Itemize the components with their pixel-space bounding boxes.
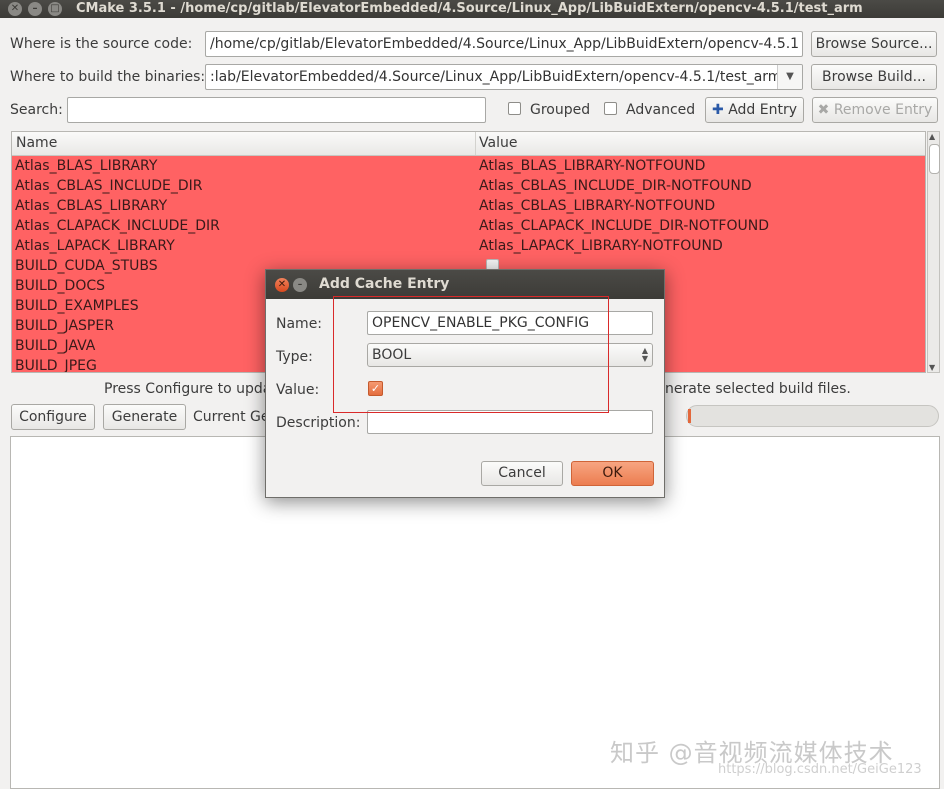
status-text-left: Press Configure to upda	[104, 381, 272, 397]
browse-build-button[interactable]: Browse Build...	[811, 64, 937, 90]
remove-icon: ✖	[817, 102, 830, 118]
build-label: Where to build the binaries:	[10, 69, 206, 85]
progress-bar	[686, 405, 939, 427]
table-header: Name Value	[12, 132, 925, 156]
minimize-window-icon[interactable]: –	[28, 2, 42, 16]
dialog-close-icon[interactable]: ✕	[275, 278, 289, 292]
row-name: Atlas_CBLAS_LIBRARY	[15, 198, 168, 214]
close-window-icon[interactable]: ✕	[8, 2, 22, 16]
browse-source-button[interactable]: Browse Source...	[811, 31, 937, 57]
row-name: Atlas_LAPACK_LIBRARY	[15, 238, 175, 254]
source-path-input[interactable]: /home/cp/gitlab/ElevatorEmbedded/4.Sourc…	[205, 31, 803, 57]
table-row[interactable]: Atlas_CBLAS_LIBRARY Atlas_CBLAS_LIBRARY-N…	[12, 196, 925, 216]
dropdown-arrow-icon[interactable]: ▼	[777, 65, 802, 89]
advanced-label: Advanced	[626, 102, 696, 118]
dialog-title: Add Cache Entry	[319, 276, 450, 292]
remove-entry-label: Remove Entry	[833, 102, 933, 118]
dialog-name-label: Name:	[276, 316, 323, 332]
status-text-right: nerate selected build files.	[665, 381, 851, 397]
window-title: CMake 3.5.1 - /home/cp/gitlab/ElevatorEm…	[76, 1, 863, 16]
row-value: Atlas_LAPACK_LIBRARY-NOTFOUND	[479, 238, 723, 254]
dialog-titlebar: ✕ – Add Cache Entry	[266, 270, 664, 299]
remove-entry-button[interactable]: ✖ Remove Entry	[812, 97, 938, 123]
column-header-value[interactable]: Value	[479, 132, 517, 155]
row-name: BUILD_JAVA	[15, 338, 96, 354]
annotation-highlight-box	[333, 296, 609, 413]
grouped-label: Grouped	[530, 102, 591, 118]
dialog-value-label: Value:	[276, 382, 320, 398]
add-entry-label: Add Entry	[728, 102, 797, 118]
search-input[interactable]	[67, 97, 486, 123]
table-scrollbar[interactable]: ▲ ▼	[927, 131, 940, 373]
cache-description-input[interactable]	[367, 410, 653, 434]
configure-button[interactable]: Configure	[11, 404, 95, 430]
select-arrows-icon: ▲ ▼	[641, 346, 648, 363]
row-value: Atlas_CLAPACK_INCLUDE_DIR-NOTFOUND	[479, 218, 769, 234]
watermark-url: https://blog.csdn.net/GeiGe123	[718, 762, 922, 777]
grouped-checkbox[interactable]	[508, 102, 521, 115]
generate-button[interactable]: Generate	[103, 404, 186, 430]
build-path-combobox[interactable]: :lab/ElevatorEmbedded/4.Source/Linux_App…	[205, 64, 803, 90]
search-label: Search:	[10, 102, 63, 118]
scrollbar-thumb[interactable]	[929, 144, 940, 174]
scroll-down-icon[interactable]: ▼	[929, 363, 935, 372]
row-name: BUILD_JPEG	[15, 358, 97, 373]
dialog-type-label: Type:	[276, 349, 313, 365]
row-name: BUILD_EXAMPLES	[15, 298, 139, 314]
table-row[interactable]: Atlas_BLAS_LIBRARY Atlas_BLAS_LIBRARY-NOT…	[12, 156, 925, 176]
advanced-checkbox[interactable]	[604, 102, 617, 115]
progress-fill	[688, 409, 691, 423]
dialog-minimize-icon[interactable]: –	[293, 278, 307, 292]
row-value: Atlas_BLAS_LIBRARY-NOTFOUND	[479, 158, 706, 174]
dialog-description-label: Description:	[276, 415, 361, 431]
add-entry-button[interactable]: ✚ Add Entry	[705, 97, 804, 123]
scroll-up-icon[interactable]: ▲	[929, 132, 935, 141]
table-row[interactable]: Atlas_LAPACK_LIBRARY Atlas_LAPACK_LIBRARY…	[12, 236, 925, 256]
row-name: BUILD_DOCS	[15, 278, 106, 294]
row-name: Atlas_CBLAS_INCLUDE_DIR	[15, 178, 203, 194]
row-name: Atlas_BLAS_LIBRARY	[15, 158, 158, 174]
source-label: Where is the source code:	[10, 36, 193, 52]
build-path-value: :lab/ElevatorEmbedded/4.Source/Linux_App…	[210, 69, 782, 85]
window-titlebar: ✕ – □ CMake 3.5.1 - /home/cp/gitlab/Elev…	[0, 0, 944, 18]
row-value: Atlas_CBLAS_INCLUDE_DIR-NOTFOUND	[479, 178, 752, 194]
current-generator-label: Current Ge	[193, 409, 270, 425]
table-row[interactable]: Atlas_CLAPACK_INCLUDE_DIR Atlas_CLAPACK_I…	[12, 216, 925, 236]
row-name: BUILD_CUDA_STUBS	[15, 258, 158, 274]
cancel-button[interactable]: Cancel	[481, 461, 563, 486]
column-header-name[interactable]: Name	[16, 132, 57, 155]
plus-icon: ✚	[712, 102, 724, 118]
row-name: Atlas_CLAPACK_INCLUDE_DIR	[15, 218, 220, 234]
ok-button[interactable]: OK	[571, 461, 654, 486]
row-value: Atlas_CBLAS_LIBRARY-NOTFOUND	[479, 198, 716, 214]
maximize-window-icon[interactable]: □	[48, 2, 62, 16]
column-divider	[475, 132, 476, 155]
row-name: BUILD_JASPER	[15, 318, 114, 334]
table-row[interactable]: Atlas_CBLAS_INCLUDE_DIR Atlas_CBLAS_INCLU…	[12, 176, 925, 196]
